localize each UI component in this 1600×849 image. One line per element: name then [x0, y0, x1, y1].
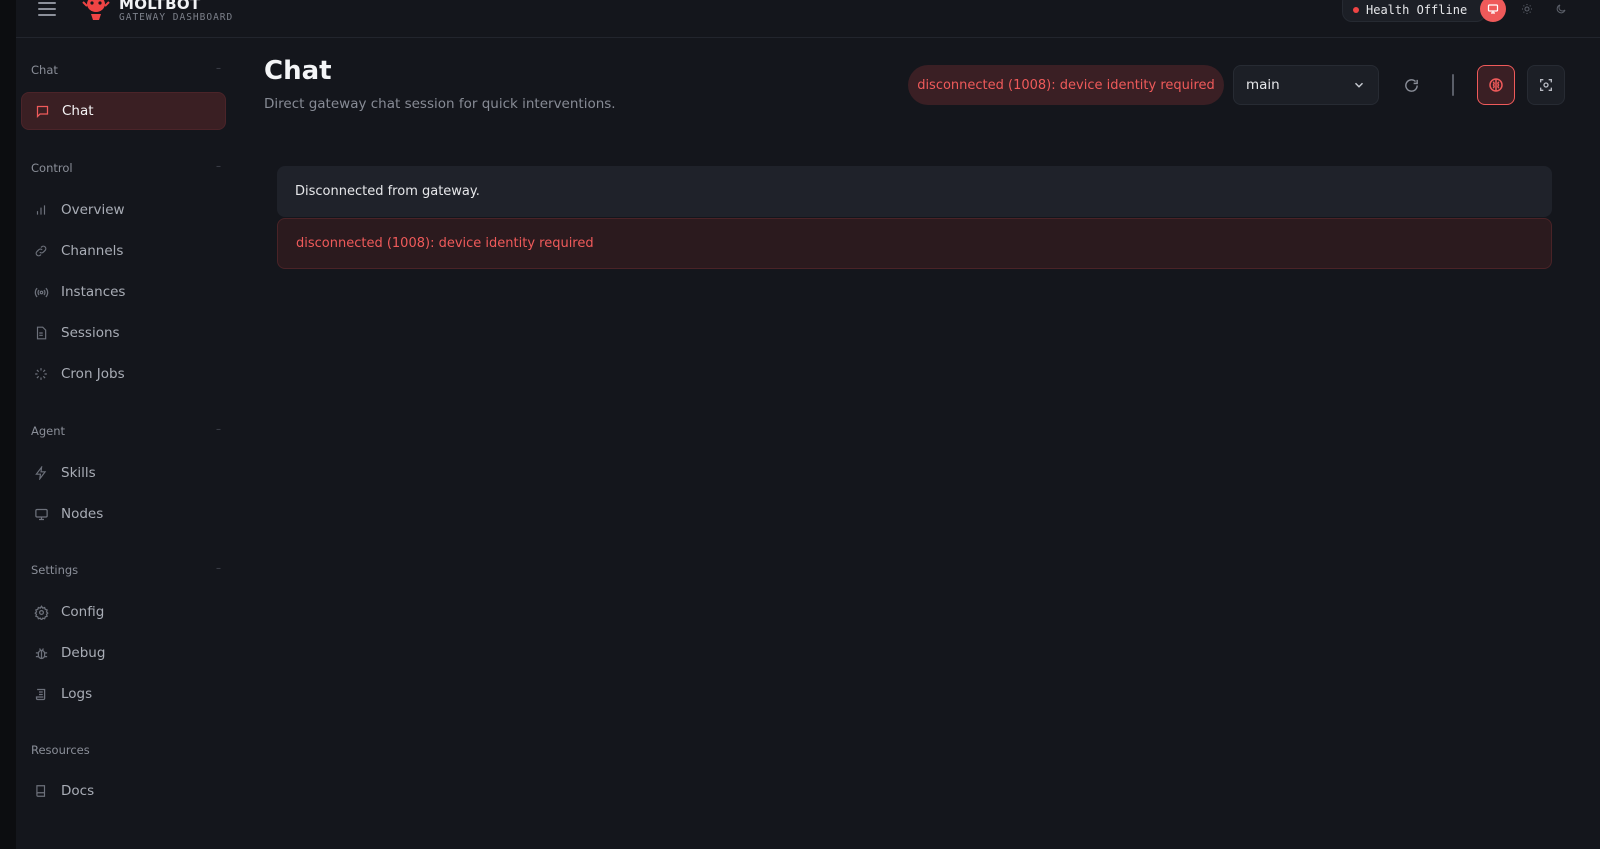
refresh-icon — [1404, 78, 1418, 92]
sidebar-item-label: Logs — [61, 686, 93, 702]
top-bar: MOLTBOT GATEWAY DASHBOARD Health Offline — [16, 0, 1600, 38]
section-header-agent[interactable]: Agent – — [31, 424, 221, 438]
file-text-icon — [33, 325, 49, 341]
lobster-logo-icon — [82, 0, 110, 20]
chat-message-info: Disconnected from gateway. — [277, 166, 1552, 217]
sidebar-item-label: Debug — [61, 645, 106, 661]
section-title: Settings — [31, 563, 79, 577]
section-title: Chat — [31, 63, 58, 77]
brand-subtitle: GATEWAY DASHBOARD — [119, 12, 234, 23]
chevron-icon: – — [216, 563, 221, 574]
section-header-settings[interactable]: Settings – — [31, 563, 221, 577]
chevron-down-icon — [1354, 82, 1364, 88]
section-title: Agent — [31, 424, 66, 438]
sidebar-item-label: Nodes — [61, 506, 104, 522]
sidebar-item-overview[interactable]: Overview — [21, 191, 226, 229]
sun-icon[interactable] — [1514, 0, 1540, 22]
radio-icon — [33, 284, 49, 300]
section-title: Resources — [31, 743, 90, 757]
sidebar-item-label: Docs — [61, 783, 95, 799]
sidebar-item-label: Instances — [61, 284, 126, 300]
chat-message-error: disconnected (1008): device identity req… — [277, 218, 1552, 269]
app: MOLTBOT GATEWAY DASHBOARD Health Offline… — [0, 0, 1600, 849]
sidebar: Chat – Chat Control – Overview Channels In… — [16, 38, 242, 849]
refresh-button[interactable] — [1392, 65, 1430, 105]
section-header-control[interactable]: Control – — [31, 161, 221, 175]
sidebar-item-skills[interactable]: Skills — [21, 454, 226, 492]
chevron-icon: – — [216, 63, 221, 74]
page-subtitle: Direct gateway chat session for quick in… — [264, 96, 616, 112]
message-square-icon — [34, 103, 50, 119]
sidebar-item-channels[interactable]: Channels — [21, 232, 226, 270]
chevron-icon: – — [216, 161, 221, 172]
page-title: Chat — [264, 56, 332, 86]
monitor-icon[interactable] — [1480, 0, 1506, 22]
sidebar-item-label: Sessions — [61, 325, 120, 341]
section-header-resources: Resources — [31, 743, 221, 757]
health-status-value: Offline — [1416, 3, 1468, 17]
sidebar-item-label: Skills — [61, 465, 96, 481]
moon-icon[interactable] — [1548, 0, 1574, 22]
bug-icon — [33, 645, 49, 661]
link-icon — [33, 243, 49, 259]
sidebar-item-config[interactable]: Config — [21, 593, 226, 631]
health-status: Health Offline — [1342, 0, 1486, 22]
bar-chart-icon — [33, 202, 49, 218]
connection-error-badge: disconnected (1008): device identity req… — [908, 65, 1224, 105]
scan-icon — [1540, 79, 1552, 91]
zap-icon — [33, 465, 49, 481]
window-edge — [0, 0, 16, 849]
health-label: Health — [1366, 3, 1410, 17]
sidebar-item-docs[interactable]: Docs — [21, 772, 226, 810]
sidebar-item-instances[interactable]: Instances — [21, 273, 226, 311]
sidebar-item-chat[interactable]: Chat — [21, 92, 226, 130]
status-dot-icon — [1353, 7, 1359, 13]
section-title: Control — [31, 161, 73, 175]
sidebar-item-cron-jobs[interactable]: Cron Jobs — [21, 355, 226, 393]
sidebar-item-nodes[interactable]: Nodes — [21, 495, 226, 533]
chevron-icon: – — [216, 424, 221, 435]
session-select-value: main — [1246, 77, 1280, 93]
session-select[interactable]: main — [1233, 65, 1379, 105]
settings-icon — [33, 604, 49, 620]
scroll-icon — [33, 686, 49, 702]
sidebar-item-label: Overview — [61, 202, 125, 218]
menu-icon[interactable] — [38, 0, 56, 18]
theme-switcher — [1480, 0, 1574, 22]
book-icon — [33, 783, 49, 799]
thinking-toggle-button[interactable] — [1477, 65, 1515, 105]
sidebar-item-label: Channels — [61, 243, 124, 259]
brain-icon — [1489, 78, 1503, 92]
sidebar-item-sessions[interactable]: Sessions — [21, 314, 226, 352]
sidebar-item-label: Cron Jobs — [61, 366, 125, 382]
monitor-icon — [33, 506, 49, 522]
loader-icon — [33, 366, 49, 382]
sidebar-item-label: Config — [61, 604, 105, 620]
sidebar-item-logs[interactable]: Logs — [21, 675, 226, 713]
toolbar-divider — [1452, 74, 1454, 96]
focus-mode-button[interactable] — [1527, 65, 1565, 105]
sidebar-item-label: Chat — [62, 103, 94, 119]
sidebar-item-debug[interactable]: Debug — [21, 634, 226, 672]
section-header-chat[interactable]: Chat – — [31, 63, 221, 77]
